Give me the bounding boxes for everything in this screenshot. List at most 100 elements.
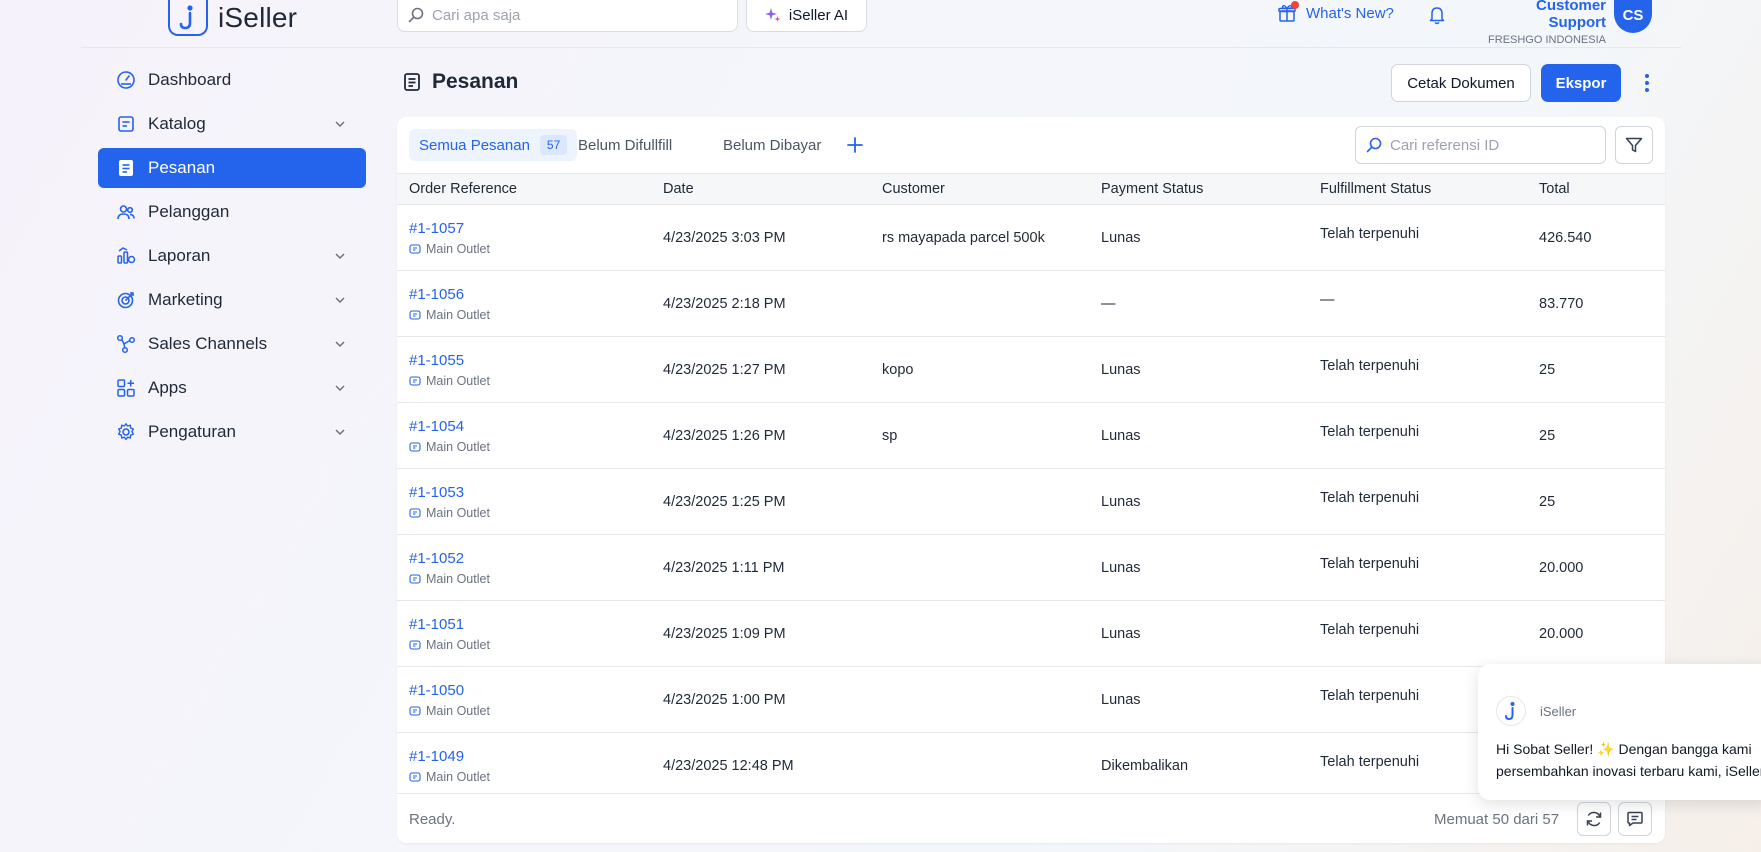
date-cell: 4/23/2025 1:27 PM [663, 362, 786, 378]
order-reference-link[interactable]: #1-1054 [409, 418, 490, 435]
add-tab-icon[interactable] [843, 133, 867, 157]
order-reference-link[interactable]: #1-1049 [409, 748, 490, 765]
bell-icon[interactable] [1428, 5, 1446, 25]
table-row[interactable]: #1-1049 Main Outlet 4/23/2025 12:48 PM D… [397, 733, 1665, 799]
date-cell: 4/23/2025 1:25 PM [663, 494, 786, 510]
order-reference-link[interactable]: #1-1057 [409, 220, 490, 237]
orders-icon [116, 158, 136, 178]
total-cell: 25 [1539, 494, 1556, 510]
chat-popup[interactable]: iSeller Hi Sobat Seller! ✨ Dengan bangga… [1478, 664, 1761, 800]
sidebar-item-laporan[interactable]: Laporan [98, 236, 366, 276]
table-row[interactable]: #1-1050 Main Outlet 4/23/2025 1:00 PM Lu… [397, 667, 1665, 733]
sidebar-item-dashboard[interactable]: Dashboard [98, 60, 366, 100]
sidebar-item-label: Apps [148, 378, 187, 397]
date-cell: 4/23/2025 1:09 PM [663, 626, 786, 642]
sidebar-item-sales-channels[interactable]: Sales Channels [98, 324, 366, 364]
chat-message-line: Hi Sobat Seller! ✨ Dengan bangga kami [1496, 741, 1752, 757]
table-row[interactable]: #1-1053 Main Outlet 4/23/2025 1:25 PM Lu… [397, 469, 1665, 535]
order-reference-cell: #1-1056 Main Outlet [409, 286, 490, 322]
table-row[interactable]: #1-1056 Main Outlet 4/23/2025 2:18 PM — … [397, 271, 1665, 337]
column-header[interactable]: Date [663, 181, 694, 197]
table-row[interactable]: #1-1054 Main Outlet 4/23/2025 1:26 PM sp… [397, 403, 1665, 469]
order-reference-cell: #1-1055 Main Outlet [409, 352, 490, 388]
order-reference-link[interactable]: #1-1051 [409, 616, 490, 633]
sidebar-item-label: Laporan [148, 246, 211, 265]
top-bar-divider [81, 47, 1681, 48]
sidebar-item-marketing[interactable]: Marketing [98, 280, 366, 320]
table-row[interactable]: #1-1052 Main Outlet 4/23/2025 1:11 PM Lu… [397, 535, 1665, 601]
refresh-button[interactable] [1577, 802, 1611, 836]
column-header[interactable]: Fulfillment Status [1320, 181, 1431, 197]
gear-icon [116, 422, 136, 442]
outlet-tag: Main Outlet [409, 242, 490, 256]
whats-new-link[interactable]: What's New? [1278, 1, 1394, 22]
sidebar-item-pengaturan[interactable]: Pengaturan [98, 412, 366, 452]
table-row[interactable]: #1-1051 Main Outlet 4/23/2025 1:09 PM Lu… [397, 601, 1665, 667]
column-header[interactable]: Order Reference [409, 181, 517, 197]
order-reference-link[interactable]: #1-1052 [409, 550, 490, 567]
channels-icon [116, 334, 136, 354]
column-header[interactable]: Customer [882, 181, 945, 197]
chevron-down-icon [334, 120, 346, 128]
sidebar-item-katalog[interactable]: Katalog [98, 104, 366, 144]
outlet-tag: Main Outlet [409, 440, 490, 454]
sidebar-item-apps[interactable]: Apps [98, 368, 366, 408]
order-reference-cell: #1-1050 Main Outlet [409, 682, 490, 718]
brand-logo[interactable]: iSeller [168, 0, 297, 36]
account-name: Customer Support [1535, 0, 1606, 31]
tab-belum-difullfill[interactable]: Belum Difullfill [568, 129, 682, 161]
status-text: Ready. [409, 811, 456, 828]
tabs-bar: Semua Pesanan 57 Belum Difullfill Belum … [397, 117, 1665, 173]
avatar[interactable]: CS [1614, 0, 1652, 33]
total-cell: 20.000 [1539, 626, 1584, 642]
column-header[interactable]: Payment Status [1101, 181, 1203, 197]
order-reference-link[interactable]: #1-1056 [409, 286, 490, 303]
account-info[interactable]: Customer Support FRESHGO INDONESIA [1479, 0, 1606, 46]
table-row[interactable]: #1-1057 Main Outlet 4/23/2025 3:03 PM rs… [397, 205, 1665, 271]
fulfillment-status-cell: Telah terpenuhi [1320, 424, 1420, 440]
outlet-tag: Main Outlet [409, 506, 490, 520]
column-header[interactable]: Total [1539, 181, 1570, 197]
sidebar-item-pesanan[interactable]: Pesanan [98, 148, 366, 188]
outlet-icon [409, 706, 421, 716]
filter-button[interactable] [1615, 126, 1653, 164]
global-search-input[interactable] [432, 6, 727, 24]
page-header: Pesanan [402, 70, 518, 94]
global-search[interactable] [397, 0, 738, 32]
fulfillment-status-cell: Telah terpenuhi [1320, 688, 1420, 704]
apps-icon [116, 378, 136, 398]
reference-search-input[interactable] [1390, 136, 1595, 154]
chat-header: iSeller [1496, 696, 1576, 726]
fulfillment-status-cell: Telah terpenuhi [1320, 358, 1420, 374]
date-cell: 4/23/2025 2:18 PM [663, 296, 786, 312]
payment-status-cell: — [1101, 296, 1116, 312]
total-cell: 426.540 [1539, 230, 1592, 246]
payment-status-cell: Lunas [1101, 560, 1141, 576]
print-document-button[interactable]: Cetak Dokumen [1391, 64, 1531, 102]
sidebar-item-label: Sales Channels [148, 334, 268, 353]
payment-status-cell: Lunas [1101, 230, 1141, 246]
order-reference-link[interactable]: #1-1055 [409, 352, 490, 369]
comment-button[interactable] [1618, 802, 1652, 836]
fulfillment-status-cell: Telah terpenuhi [1320, 754, 1420, 770]
payment-status-cell: Lunas [1101, 494, 1141, 510]
outlet-tag: Main Outlet [409, 374, 490, 388]
customer-cell: rs mayapada parcel 500k [882, 230, 1045, 246]
reference-search[interactable] [1355, 126, 1606, 164]
table-row[interactable]: #1-1055 Main Outlet 4/23/2025 1:27 PM ko… [397, 337, 1665, 403]
iseller-ai-button[interactable]: iSeller AI [746, 0, 867, 32]
more-options-icon[interactable] [1637, 70, 1657, 96]
sidebar-item-pelanggan[interactable]: Pelanggan [98, 192, 366, 232]
sidebar-item-label: Katalog [148, 114, 206, 133]
outlet-icon [409, 508, 421, 518]
order-reference-link[interactable]: #1-1053 [409, 484, 490, 501]
search-icon [408, 7, 424, 23]
order-reference-link[interactable]: #1-1050 [409, 682, 490, 699]
export-button[interactable]: Ekspor [1541, 64, 1621, 102]
outlet-tag: Main Outlet [409, 638, 490, 652]
tab-semua-pesanan[interactable]: Semua Pesanan 57 [409, 129, 578, 161]
chat-message-line: persembahkan inovasi terbaru kami, iSell… [1496, 763, 1761, 779]
sidebar-item-label: Dashboard [148, 70, 232, 89]
tab-belum-dibayar[interactable]: Belum Dibayar [713, 129, 831, 161]
customers-icon [116, 202, 136, 222]
